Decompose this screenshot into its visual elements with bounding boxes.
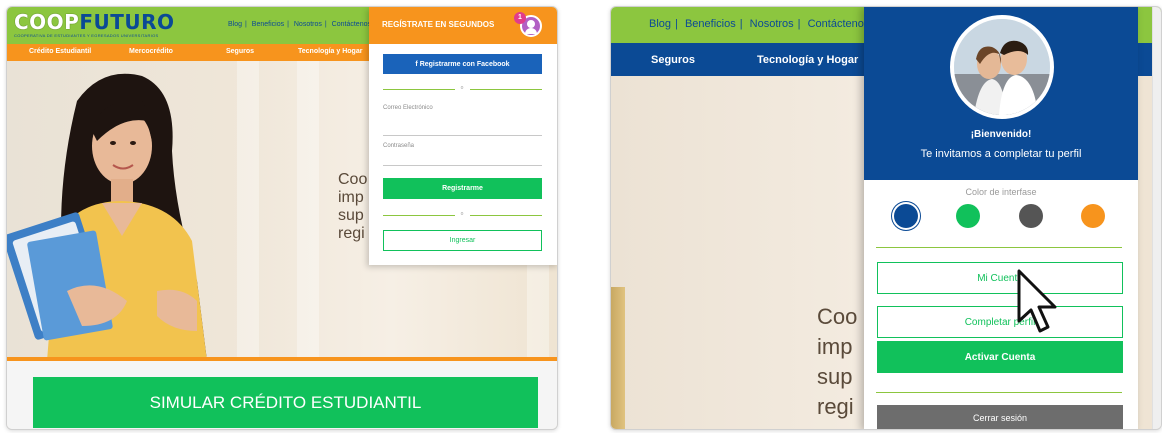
student-photo-edge [611,287,625,429]
simulate-credit-button[interactable]: SIMULAR CRÉDITO ESTUDIANTIL [33,377,538,428]
hero-line: regi [817,394,854,419]
hero-line: sup [338,207,364,224]
profile-header: ¡Bienvenido! Te invitamos a completar tu… [864,7,1138,180]
register-title: REGÍSTRATE EN SEGUNDOS [382,20,495,29]
login-button[interactable]: Ingresar [383,230,542,251]
student-photo [7,73,207,361]
link-nosotros[interactable]: Nosotros [294,21,322,28]
welcome-title: ¡Bienvenido! [970,129,1032,140]
cta-section: SIMULAR CRÉDITO ESTUDIANTIL [7,361,557,429]
color-picker-label: Color de interfase [965,187,1037,197]
logout-button[interactable]: Cerrar sesión [877,405,1123,429]
welcome-subtitle: Te invitamos a completar tu perfil [920,148,1082,160]
link-beneficios[interactable]: Beneficios [252,21,284,28]
link-contactenos[interactable]: Contáctenos [808,18,870,30]
activate-account-button[interactable]: Activar Cuenta [877,341,1123,373]
facebook-register-button[interactable]: f Registrarme con Facebook [383,54,542,74]
email-label: Correo Electrónico [383,105,433,111]
profile-panel: ¡Bienvenido! Te invitamos a completar tu… [864,7,1138,429]
link-nosotros[interactable]: Nosotros [750,18,794,30]
email-field[interactable] [383,135,542,136]
notification-badge: 1 [514,12,526,24]
hero-text: Coo imp sup regi [338,171,367,243]
top-links: Blog | Beneficios | Nosotros | Contáctenos [228,21,371,28]
hero-line: Coo [338,171,368,188]
hero-line: sup [817,364,853,389]
divider [876,392,1122,393]
register-panel: REGÍSTRATE EN SEGUNDOS 1 f Registrarme c… [369,7,557,265]
profile-photo[interactable] [950,15,1054,119]
hero-text: Coo imp sup regi [817,302,857,422]
or-divider: o [383,85,542,93]
register-button[interactable]: Registrarme [383,178,542,199]
complete-profile-button[interactable]: Completar perfil [877,306,1123,338]
my-account-button[interactable]: Mi Cuenta [877,262,1123,294]
hero-line: regi [338,225,365,242]
coopfuturo-logo[interactable]: COOPFUTURO COOPERATIVA DE ESTUDIANTES Y … [14,11,175,38]
scrollbar[interactable] [1152,7,1161,429]
nav-mercocredito[interactable]: Mercocrédito [129,48,173,55]
or-divider: o [383,211,542,219]
color-swatch-orange[interactable] [1081,204,1105,228]
hero-line: imp [817,334,853,359]
nav-seguros[interactable]: Seguros [226,48,254,55]
color-swatch-gray[interactable] [1019,204,1043,228]
hero-line: Coo [817,304,858,329]
logo-futuro: FUTURO [79,10,175,34]
link-blog[interactable]: Blog [228,21,242,28]
mouse-pointer-icon [1017,269,1057,333]
link-blog[interactable]: Blog [649,18,671,30]
hero-line: imp [338,189,364,206]
left-screen: Coo imp sup regi COOPFUTURO COOPERATIVA … [6,6,558,430]
password-field[interactable] [383,165,542,166]
nav-tecnologia-hogar[interactable]: Tecnología y Hogar [298,48,362,55]
link-beneficios[interactable]: Beneficios [685,18,736,30]
password-label: Contraseña [383,143,415,149]
color-swatch-green[interactable] [956,204,980,228]
logo-coop: COOP [14,10,80,34]
link-contactenos[interactable]: Contáctenos [332,21,371,28]
right-screen: Coo imp sup regi Blog | Beneficios | Nosot… [610,6,1162,430]
nav-credito-estudiantil[interactable]: Crédito Estudiantil [29,48,91,55]
register-header: REGÍSTRATE EN SEGUNDOS 1 [369,7,557,44]
divider [876,247,1122,248]
color-swatch-blue[interactable] [894,204,918,228]
logo-tagline: COOPERATIVA DE ESTUDIANTES Y EGRESADOS U… [14,33,159,38]
nav-tecnologia-hogar[interactable]: Tecnología y Hogar [757,54,858,66]
nav-seguros[interactable]: Seguros [651,54,695,66]
top-links: Blog| Beneficios| Nosotros| Contáctenos| [649,18,876,30]
